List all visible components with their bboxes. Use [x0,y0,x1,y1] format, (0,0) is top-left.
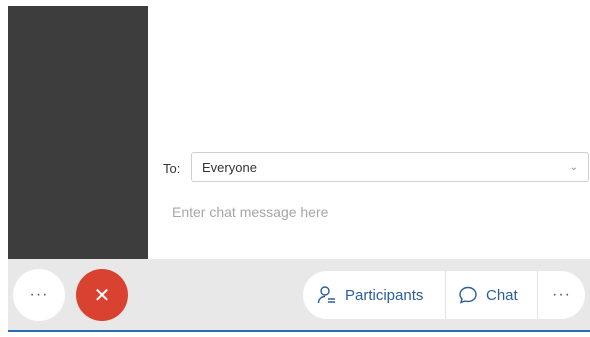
more-options-button[interactable]: ··· [13,269,65,321]
chat-button[interactable]: Chat [445,271,538,319]
video-pane [8,6,148,259]
chat-message-input[interactable]: Enter chat message here [172,204,328,220]
more-icon: ··· [552,286,571,303]
more-icon: ··· [29,286,49,303]
to-label: To: [163,161,181,176]
chevron-down-icon: ⌄ [569,161,578,173]
toolbar-bottom-border [8,330,590,332]
chat-bubble-icon [459,286,477,304]
recipient-value: Everyone [202,159,257,175]
chat-label: Chat [486,286,518,304]
chat-panel: To: Everyone ⌄ Enter chat message here [148,6,590,259]
participants-label: Participants [345,286,424,304]
participants-button[interactable]: Participants [303,271,445,319]
more-options-right-button[interactable]: ··· [538,271,585,319]
end-call-button[interactable]: ✕ [76,269,128,321]
panel-toggle-group: Participants Chat ··· [303,271,585,319]
recipient-select[interactable]: Everyone ⌄ [191,152,589,182]
close-icon: ✕ [93,284,111,307]
participants-icon [317,286,335,304]
meeting-toolbar: ··· ✕ Participants Chat ··· [8,259,590,330]
